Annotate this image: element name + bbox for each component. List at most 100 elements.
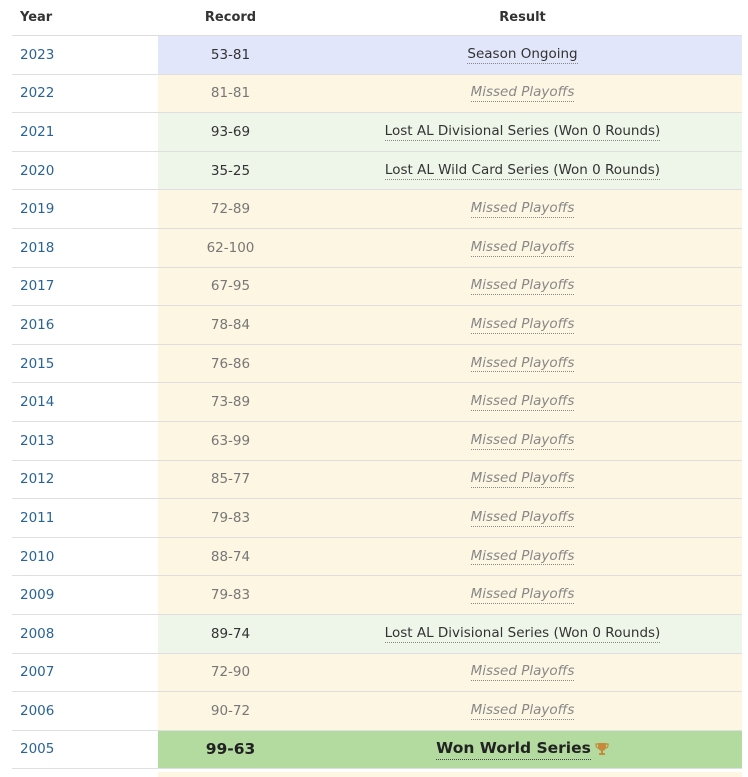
- year-link[interactable]: 2005: [20, 741, 54, 757]
- table-row: 2019 72-89 Missed Playoffs: [12, 190, 742, 229]
- record-cell: 62-100: [158, 228, 303, 267]
- table-row: 2011 79-83 Missed Playoffs: [12, 499, 742, 538]
- result-cell: Missed Playoffs: [303, 74, 742, 113]
- table-row: 2005 99-63 Won World Series: [12, 730, 742, 770]
- result-text[interactable]: Lost AL Divisional Series (Won 0 Rounds): [384, 625, 661, 643]
- result-text[interactable]: Missed Playoffs: [470, 355, 575, 373]
- year-link[interactable]: 2022: [20, 85, 54, 101]
- result-cell: Missed Playoffs: [303, 383, 742, 421]
- year-link[interactable]: 2006: [20, 703, 54, 719]
- table-row: 2010 88-74 Missed Playoffs: [12, 537, 742, 577]
- year-link[interactable]: 2011: [20, 510, 54, 526]
- record-cell: 90-72: [158, 692, 303, 730]
- year-link[interactable]: 2023: [20, 47, 54, 63]
- record-cell: 79-83: [158, 499, 303, 537]
- year-cell: 2005: [12, 741, 158, 757]
- record-cell: 76-86: [158, 344, 303, 383]
- trophy-icon: [595, 742, 609, 756]
- result-text[interactable]: Won World Series: [436, 739, 591, 760]
- record-cell: 88-74: [158, 537, 303, 576]
- next-row-stub: [12, 772, 742, 777]
- result-cell: Lost AL Wild Card Series (Won 0 Rounds): [303, 151, 742, 190]
- year-link[interactable]: 2008: [20, 626, 54, 642]
- year-cell: 2008: [12, 626, 158, 642]
- year-link[interactable]: 2018: [20, 240, 54, 256]
- year-link[interactable]: 2013: [20, 433, 54, 449]
- result-cell: Missed Playoffs: [303, 421, 742, 460]
- year-cell: 2019: [12, 201, 158, 217]
- table-row: 2014 73-89 Missed Playoffs: [12, 383, 742, 422]
- year-link[interactable]: 2016: [20, 317, 54, 333]
- record-cell: 72-90: [158, 653, 303, 692]
- table-body: 2023 53-81 Season Ongoing 2022 81-81 Missed P…: [12, 36, 742, 770]
- result-text[interactable]: Missed Playoffs: [470, 663, 575, 682]
- year-link[interactable]: 2014: [20, 394, 54, 410]
- record-cell: 72-89: [158, 190, 303, 228]
- record-cell: 89-74: [158, 614, 303, 653]
- year-link[interactable]: 2012: [20, 471, 54, 487]
- result-text[interactable]: Missed Playoffs: [470, 548, 575, 566]
- record-cell: 93-69: [158, 113, 303, 151]
- year-link[interactable]: 2015: [20, 356, 54, 372]
- result-text[interactable]: Missed Playoffs: [470, 239, 575, 257]
- year-link[interactable]: 2007: [20, 664, 54, 680]
- result-text[interactable]: Missed Playoffs: [470, 393, 575, 412]
- record-cell: 53-81: [158, 36, 303, 74]
- header-record[interactable]: Record: [158, 10, 303, 25]
- result-text[interactable]: Season Ongoing: [467, 46, 578, 64]
- record-cell: 81-81: [158, 74, 303, 113]
- result-text[interactable]: Missed Playoffs: [470, 84, 575, 103]
- result-text[interactable]: Lost AL Wild Card Series (Won 0 Rounds): [384, 162, 661, 180]
- result-text[interactable]: Missed Playoffs: [470, 702, 575, 720]
- year-cell: 2017: [12, 278, 158, 294]
- table-row: 2020 35-25 Lost AL Wild Card Series (Won 0…: [12, 151, 742, 191]
- result-cell: Missed Playoffs: [303, 228, 742, 267]
- table-row: 2013 63-99 Missed Playoffs: [12, 421, 742, 461]
- result-cell: Missed Playoffs: [303, 692, 742, 730]
- table-row: 2021 93-69 Lost AL Divisional Series (Won …: [12, 113, 742, 152]
- result-text[interactable]: Missed Playoffs: [470, 470, 575, 489]
- record-cell: 63-99: [158, 421, 303, 460]
- year-link[interactable]: 2020: [20, 163, 54, 179]
- result-text[interactable]: Missed Playoffs: [470, 586, 575, 605]
- year-cell: 2012: [12, 471, 158, 487]
- record-cell: 85-77: [158, 460, 303, 499]
- record-cell: 67-95: [158, 267, 303, 306]
- year-link[interactable]: 2019: [20, 201, 54, 217]
- table-row: 2008 89-74 Lost AL Divisional Series (Won …: [12, 614, 742, 654]
- result-text[interactable]: Lost AL Divisional Series (Won 0 Rounds): [384, 123, 661, 141]
- result-cell: Missed Playoffs: [303, 190, 742, 228]
- result-text[interactable]: Missed Playoffs: [470, 509, 575, 527]
- year-cell: 2007: [12, 664, 158, 680]
- table-row: 2016 78-84 Missed Playoffs: [12, 306, 742, 345]
- result-cell: Missed Playoffs: [303, 460, 742, 499]
- year-cell: 2006: [12, 703, 158, 719]
- result-cell: Missed Playoffs: [303, 267, 742, 306]
- result-text[interactable]: Missed Playoffs: [470, 200, 575, 219]
- record-cell: 35-25: [158, 151, 303, 190]
- year-link[interactable]: 2017: [20, 278, 54, 294]
- year-cell: 2016: [12, 317, 158, 333]
- year-link[interactable]: 2009: [20, 587, 54, 603]
- table-row: 2018 62-100 Missed Playoffs: [12, 228, 742, 268]
- year-link[interactable]: 2010: [20, 549, 54, 565]
- header-result[interactable]: Result: [303, 10, 742, 25]
- year-cell: 2023: [12, 47, 158, 63]
- record-cell: 99-63: [158, 730, 303, 769]
- table-row: 2023 53-81 Season Ongoing: [12, 36, 742, 75]
- year-cell: 2010: [12, 549, 158, 565]
- result-cell: Missed Playoffs: [303, 344, 742, 383]
- header-year[interactable]: Year: [12, 10, 158, 25]
- result-text[interactable]: Missed Playoffs: [470, 432, 575, 450]
- year-cell: 2021: [12, 124, 158, 140]
- year-cell: 2015: [12, 356, 158, 372]
- result-cell: Missed Playoffs: [303, 537, 742, 576]
- record-cell: 73-89: [158, 383, 303, 421]
- year-cell: 2020: [12, 163, 158, 179]
- result-cell: Lost AL Divisional Series (Won 0 Rounds): [303, 614, 742, 653]
- year-link[interactable]: 2021: [20, 124, 54, 140]
- result-cell: Lost AL Divisional Series (Won 0 Rounds): [303, 113, 742, 151]
- result-cell: Missed Playoffs: [303, 576, 742, 614]
- result-text[interactable]: Missed Playoffs: [470, 277, 575, 296]
- result-text[interactable]: Missed Playoffs: [470, 316, 575, 334]
